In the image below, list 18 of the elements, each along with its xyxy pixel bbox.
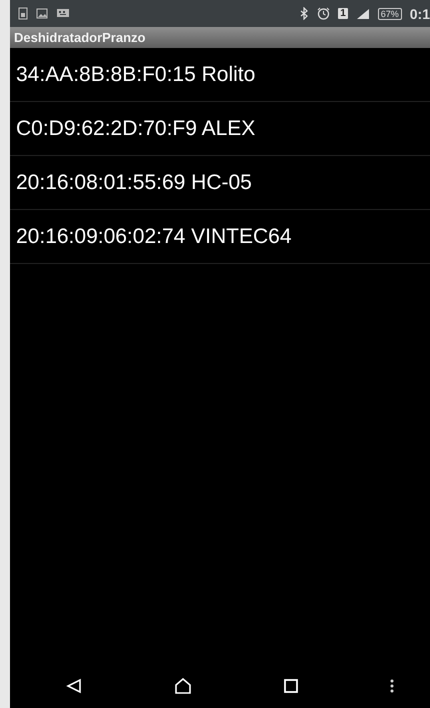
clock-time: 0:1 (410, 6, 430, 22)
device-list-item[interactable]: 20:16:09:06:02:74 VINTEC64 (10, 210, 430, 264)
device-list-item[interactable]: 34:AA:8B:8B:F0:15 Rolito (10, 48, 430, 102)
alarm-icon (317, 7, 330, 20)
home-icon[interactable] (174, 678, 192, 694)
app-title: DeshidratadorPranzo (14, 30, 146, 45)
sim-slot-label: 1 (338, 8, 348, 19)
back-icon[interactable] (66, 678, 82, 694)
device-list-item[interactable]: 20:16:08:01:55:69 HC-05 (10, 156, 430, 210)
bluetooth-icon (300, 7, 310, 20)
signal-icon (356, 7, 370, 20)
more-options-icon[interactable] (390, 679, 394, 693)
battery-indicator: 67% (378, 8, 402, 20)
sim-card-icon (18, 7, 28, 20)
keyboard-icon (56, 8, 70, 19)
device-list-item[interactable]: C0:D9:62:2D:70:F9 ALEX (10, 102, 430, 156)
image-icon (36, 8, 48, 19)
recent-apps-icon[interactable] (284, 679, 298, 693)
